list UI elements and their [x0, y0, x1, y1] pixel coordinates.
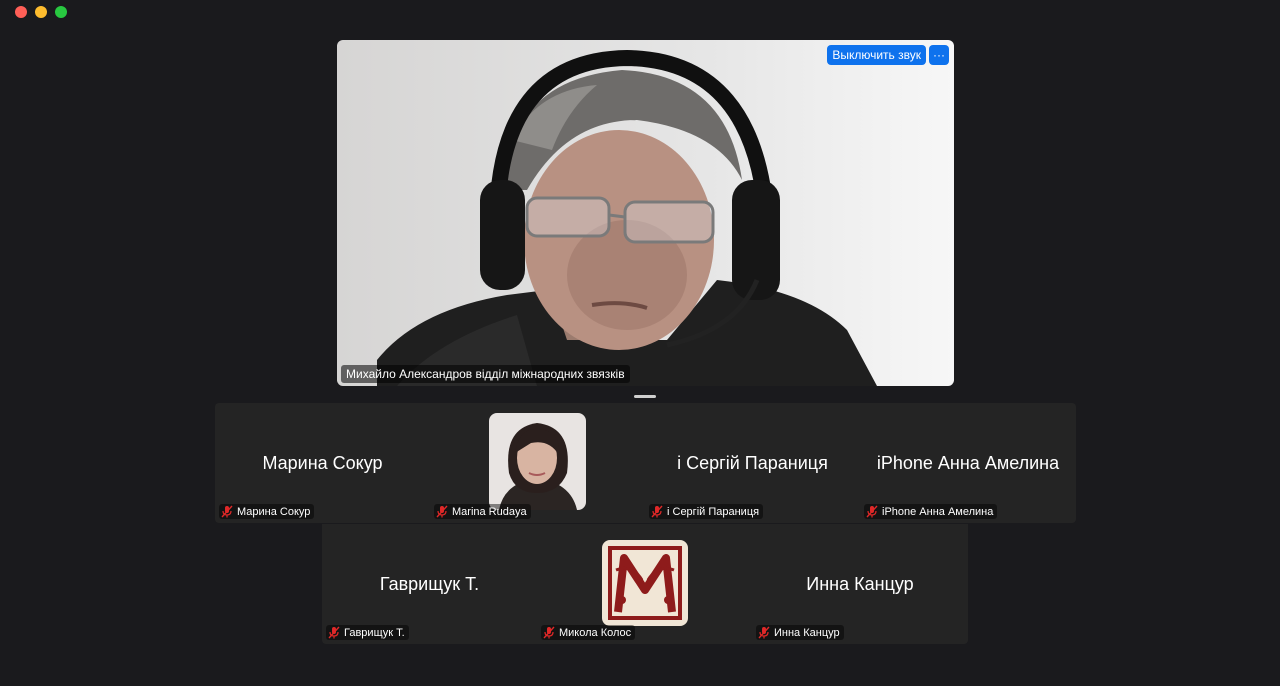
participant-tile[interactable]: Марина Сокур Марина Сокур: [215, 403, 430, 523]
more-options-button[interactable]: ···: [929, 45, 949, 65]
participant-name: Гаврищук Т.: [344, 626, 405, 639]
mute-participant-button[interactable]: Выключить звук: [827, 45, 926, 65]
maximize-window-button[interactable]: [55, 6, 67, 18]
window-controls: [15, 6, 67, 18]
participant-strip-row1: Марина Сокур Марина Сокур Marina Rudaya …: [215, 403, 1076, 523]
participant-label: і Сергій Параниця: [649, 504, 764, 519]
participant-tile[interactable]: Гаврищук Т. Гаврищук Т.: [322, 524, 537, 644]
muted-mic-icon: [436, 505, 448, 518]
participant-display-name: Марина Сокур: [262, 453, 383, 473]
participant-label: Инна Канцур: [756, 625, 844, 640]
participant-name: Marina Rudaya: [452, 505, 527, 518]
active-speaker-video[interactable]: Выключить звук ··· Михайло Александров в…: [337, 40, 954, 386]
participant-avatar-photo: [489, 413, 586, 510]
participant-tile[interactable]: і Сергій Параниця і Сергій Параниця: [645, 403, 860, 523]
speaker-name-label: Михайло Александров відділ міжнародних з…: [341, 365, 630, 383]
participant-display-name: і Сергій Параниця: [677, 453, 828, 473]
participant-name: Марина Сокур: [237, 505, 311, 518]
close-window-button[interactable]: [15, 6, 27, 18]
participant-avatar-monogram: [602, 540, 688, 626]
participant-tile[interactable]: Инна Канцур Инна Канцур: [752, 524, 968, 644]
muted-mic-icon: [543, 626, 555, 639]
muted-mic-icon: [758, 626, 770, 639]
participant-tile[interactable]: iPhone Анна Амелина iPhone Анна Амелина: [860, 403, 1076, 523]
participant-label: Марина Сокур: [219, 504, 315, 519]
participant-label: Marina Rudaya: [434, 504, 531, 519]
participant-label: Микола Колос: [541, 625, 636, 640]
muted-mic-icon: [651, 505, 663, 518]
participant-name: iPhone Анна Амелина: [882, 505, 994, 518]
muted-mic-icon: [221, 505, 233, 518]
participant-display-name: Инна Канцур: [806, 574, 914, 594]
speaker-video-frame: [377, 49, 877, 386]
participant-name: Инна Канцур: [774, 626, 840, 639]
participant-name: Микола Колос: [559, 626, 632, 639]
participant-name: і Сергій Параниця: [667, 505, 760, 518]
muted-mic-icon: [866, 505, 878, 518]
participant-tile[interactable]: Микола Колос: [537, 524, 752, 644]
gallery-resize-handle[interactable]: [634, 395, 656, 398]
muted-mic-icon: [328, 626, 340, 639]
participant-strip-row2: Гаврищук Т. Гаврищук Т. Микола Колос Инн…: [322, 524, 968, 644]
participant-label: Гаврищук Т.: [326, 625, 409, 640]
participant-label: iPhone Анна Амелина: [864, 504, 998, 519]
participant-display-name: Гаврищук Т.: [379, 574, 480, 594]
participant-display-name: iPhone Анна Амелина: [876, 453, 1060, 473]
participant-tile[interactable]: Marina Rudaya: [430, 403, 645, 523]
minimize-window-button[interactable]: [35, 6, 47, 18]
